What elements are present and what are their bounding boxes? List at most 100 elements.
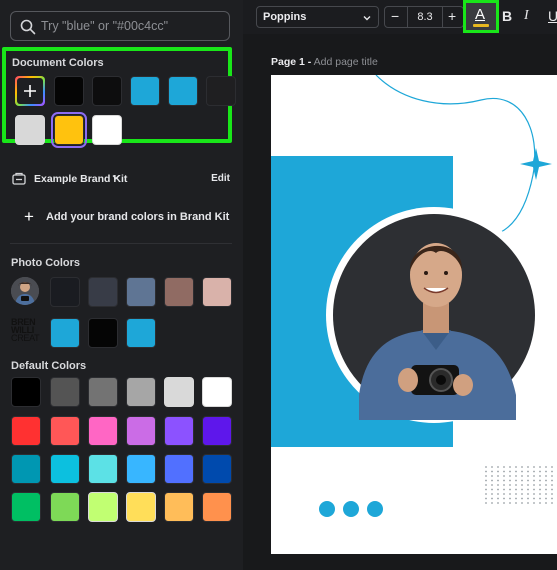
grid-dot bbox=[497, 466, 499, 468]
color-panel: Document Colors Example Brand Kit Edit +… bbox=[0, 0, 243, 570]
grid-dot bbox=[545, 484, 547, 486]
grid-dot bbox=[491, 484, 493, 486]
pagination-dots bbox=[319, 501, 383, 517]
default-color-swatch[interactable] bbox=[126, 454, 156, 484]
photo-color-swatch[interactable] bbox=[164, 277, 194, 307]
photo-color-swatch[interactable] bbox=[88, 318, 118, 348]
grid-dot bbox=[503, 466, 505, 468]
document-color-swatch[interactable] bbox=[51, 112, 87, 148]
grid-dot bbox=[515, 466, 517, 468]
default-color-swatch[interactable] bbox=[164, 454, 194, 484]
grid-dot bbox=[539, 493, 541, 495]
default-color-swatch[interactable] bbox=[88, 454, 118, 484]
underline-button[interactable]: U bbox=[548, 8, 557, 24]
default-color-swatch[interactable] bbox=[88, 377, 118, 407]
sparkle-icon bbox=[520, 148, 552, 180]
default-color-swatch[interactable] bbox=[11, 492, 41, 522]
grid-dot bbox=[527, 479, 529, 482]
document-color-swatch[interactable] bbox=[130, 76, 160, 106]
default-color-swatch[interactable] bbox=[88, 492, 118, 522]
photo-color-swatch[interactable] bbox=[126, 277, 156, 307]
grid-dot bbox=[485, 475, 487, 477]
default-color-swatch[interactable] bbox=[50, 454, 80, 484]
default-color-swatch[interactable] bbox=[164, 377, 194, 407]
photo-color-swatch[interactable] bbox=[88, 277, 118, 307]
document-color-swatch[interactable] bbox=[92, 76, 122, 106]
page-title-input[interactable]: Add page title bbox=[314, 56, 378, 68]
grid-dot bbox=[533, 475, 535, 477]
grid-dot bbox=[521, 497, 523, 500]
font-size-control: − 8.3 + bbox=[384, 6, 464, 28]
default-color-swatch[interactable] bbox=[202, 454, 232, 484]
grid-dot bbox=[533, 488, 535, 491]
grid-dot bbox=[527, 502, 529, 504]
font-size-input[interactable]: 8.3 bbox=[413, 11, 437, 23]
bold-button[interactable]: B bbox=[502, 8, 512, 24]
grid-dot bbox=[527, 484, 529, 486]
grid-dot bbox=[533, 466, 535, 468]
color-search-input[interactable] bbox=[41, 17, 221, 35]
default-color-swatch[interactable] bbox=[202, 377, 232, 407]
document-color-swatch[interactable] bbox=[206, 76, 236, 106]
italic-button[interactable]: I bbox=[524, 8, 529, 24]
grid-dot bbox=[551, 493, 553, 495]
grid-dot bbox=[521, 466, 523, 468]
brand-kit-edit-link[interactable]: Edit bbox=[211, 173, 230, 184]
add-color-button[interactable] bbox=[15, 76, 45, 106]
plus-icon: + bbox=[24, 207, 34, 226]
grid-dot bbox=[485, 497, 487, 500]
grid-dot bbox=[533, 497, 535, 500]
increase-size-button[interactable]: + bbox=[448, 8, 456, 24]
default-color-swatch[interactable] bbox=[126, 377, 156, 407]
font-family-dropdown[interactable]: Poppins bbox=[256, 6, 379, 28]
default-color-swatch[interactable] bbox=[11, 416, 41, 446]
add-brand-colors-button[interactable]: + Add your brand colors in Brand Kit bbox=[24, 207, 229, 227]
design-artwork bbox=[271, 75, 553, 517]
default-color-swatch[interactable] bbox=[50, 416, 80, 446]
photo-color-swatch[interactable] bbox=[202, 277, 232, 307]
default-color-swatch[interactable] bbox=[50, 377, 80, 407]
photo-color-swatch[interactable] bbox=[50, 277, 80, 307]
page-label: Page 1 - Add page title bbox=[271, 56, 378, 68]
default-color-swatch[interactable] bbox=[11, 377, 41, 407]
default-color-swatch[interactable] bbox=[50, 492, 80, 522]
grid-dot bbox=[521, 484, 523, 486]
photo-color-swatch[interactable] bbox=[50, 318, 80, 348]
default-color-swatch[interactable] bbox=[126, 416, 156, 446]
grid-dot bbox=[503, 488, 505, 491]
grid-dot bbox=[509, 484, 511, 486]
design-page[interactable] bbox=[271, 75, 557, 554]
document-color-swatch[interactable] bbox=[168, 76, 198, 106]
grid-dot bbox=[497, 484, 499, 486]
grid-dot bbox=[527, 475, 529, 477]
text-color-button[interactable]: A bbox=[463, 0, 499, 33]
grid-dot bbox=[539, 488, 541, 491]
grid-dot bbox=[491, 470, 493, 473]
photo-color-swatch[interactable] bbox=[126, 318, 156, 348]
grid-dot bbox=[497, 488, 499, 491]
text-color-indicator bbox=[473, 24, 489, 27]
default-color-swatch[interactable] bbox=[88, 416, 118, 446]
decrease-size-button[interactable]: − bbox=[391, 8, 399, 24]
default-color-swatch[interactable] bbox=[202, 492, 232, 522]
default-color-swatch[interactable] bbox=[164, 492, 194, 522]
grid-dot bbox=[515, 502, 517, 504]
default-color-swatch[interactable] bbox=[164, 416, 194, 446]
grid-dot bbox=[503, 502, 505, 504]
grid-dot bbox=[491, 488, 493, 491]
grid-dot bbox=[497, 479, 499, 482]
grid-dot bbox=[497, 470, 499, 473]
document-color-swatch[interactable] bbox=[92, 115, 122, 145]
document-color-swatch[interactable] bbox=[54, 76, 84, 106]
grid-dot bbox=[485, 502, 487, 504]
photo-thumbnail bbox=[11, 277, 39, 305]
default-color-swatch[interactable] bbox=[126, 492, 156, 522]
chevron-down-icon[interactable] bbox=[111, 172, 121, 182]
default-color-swatch[interactable] bbox=[202, 416, 232, 446]
color-search-box[interactable] bbox=[10, 11, 230, 41]
grid-dot bbox=[491, 497, 493, 500]
document-color-swatch[interactable] bbox=[15, 115, 45, 145]
default-color-swatch[interactable] bbox=[11, 454, 41, 484]
grid-dot bbox=[509, 466, 511, 468]
grid-dot bbox=[545, 479, 547, 482]
